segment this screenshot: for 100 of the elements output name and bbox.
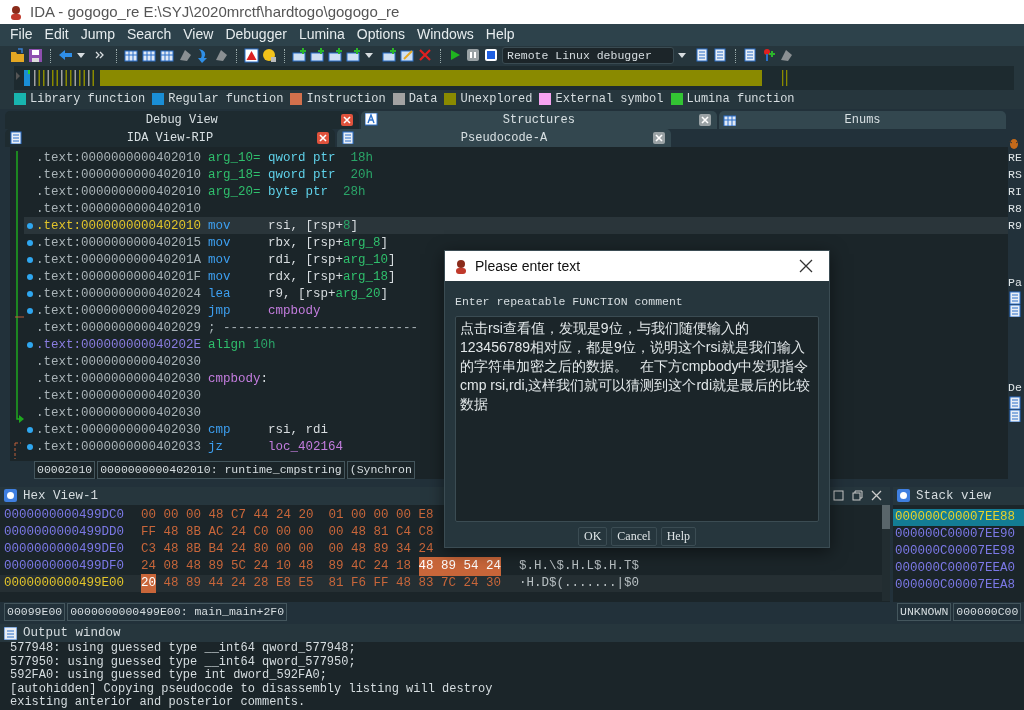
stack-address[interactable]: 000000C00007EEA0 [893, 559, 1024, 577]
legend-label: Lumina function [686, 91, 795, 109]
output-line: [autohidden] Copying pseudocode to disassembly listing will destroy [10, 682, 494, 696]
code-address: .text:0000000000402010 [36, 183, 202, 201]
code-address: .text:0000000000402029 [36, 302, 202, 320]
add-icon[interactable] [310, 48, 325, 64]
output-line: 592FA0: using guessed type int dword_592FA0; [10, 669, 328, 683]
panel-title: Output window [23, 624, 121, 642]
close-icon[interactable] [699, 114, 712, 127]
status-field: 00002010 [34, 461, 96, 480]
pane-label: De [1008, 380, 1023, 397]
tool-icon[interactable] [214, 48, 229, 64]
hex-view-icon [4, 489, 17, 503]
register-label: RS [1008, 167, 1023, 184]
hex-address: 0000000000499DD0 [4, 524, 126, 542]
add-icon[interactable] [292, 48, 307, 64]
stop-icon[interactable] [484, 48, 499, 64]
pane-label: Pa [1008, 275, 1023, 292]
hex-bytes: 24 08 48 89 5C 24 10 48 89 4C 24 18 [141, 558, 412, 576]
code-address: .text:0000000000402033 [36, 438, 202, 456]
menu-item[interactable]: Jump [74, 24, 121, 46]
debugger-dropdown[interactable]: Remote Linux debugger [502, 47, 674, 65]
tool-icon[interactable] [779, 48, 794, 64]
stack-address[interactable]: 000000C00007EEA8 [893, 576, 1024, 594]
warning-icon[interactable] [244, 48, 259, 64]
output-line: existing anterior and posterior comments. [10, 696, 307, 710]
hex-bytes: 48 89 44 24 28 E8 E5 81 F6 FF 48 83 7C 24 30 [163, 575, 502, 593]
add-icon[interactable] [346, 48, 361, 64]
close-icon[interactable] [799, 259, 813, 273]
breakpoint-icon[interactable] [761, 48, 776, 64]
listing-icon [341, 131, 354, 145]
code-address: .text:0000000000402024 [36, 285, 202, 303]
status-field: 0000000000499E00: main_main+2F0 [67, 603, 288, 622]
code-address: .text:0000000000402010 [36, 217, 202, 235]
add-icon[interactable] [382, 48, 397, 64]
document-icon[interactable] [713, 48, 728, 64]
dialog-button[interactable]: OK [578, 527, 608, 547]
bulb-icon[interactable] [262, 48, 277, 64]
comment-field[interactable]: 点击rsi查看值，发现是9位，与我们随便输入的123456789相对应，都是9位，说明这个rsi就是我们输入的字符串加密之后的数据。 在下方cmpbody中发现指令cmp rsi,rdi,这样我们就可以猜测到这个rdi就是最后的比较数据 [455, 316, 819, 523]
edit-icon[interactable] [400, 48, 415, 64]
menu-item[interactable]: Windows [411, 24, 480, 46]
hex-bytes: C3 48 8B B4 24 80 00 00 00 48 89 34 24 [141, 541, 434, 559]
code-address: .text:0000000000402030 [36, 421, 202, 439]
tab[interactable]: Enums [719, 111, 1006, 130]
status-field: UNKNOWN [897, 603, 952, 622]
tab[interactable]: IDA View-RIP [5, 129, 335, 148]
code-address: .text:0000000000402030 [36, 404, 202, 422]
code-address: .text:0000000000402015 [36, 234, 202, 252]
legend-label: Unexplored [460, 91, 533, 109]
listing-icon [1008, 304, 1021, 318]
maximize-icon[interactable] [833, 490, 844, 502]
menu-item[interactable]: View [177, 24, 220, 46]
status-field: 000000C00 [953, 603, 1022, 622]
close-icon[interactable] [340, 114, 353, 127]
stack-address[interactable]: 000000C00007EE90 [893, 525, 1024, 543]
open-folder-icon[interactable] [10, 48, 25, 64]
tool-icon[interactable] [178, 48, 193, 64]
dialog-button[interactable]: Help [660, 527, 696, 547]
table-icon[interactable] [160, 48, 175, 64]
menu-item[interactable]: Search [120, 24, 178, 46]
code-instruction: cmpbody: [208, 370, 269, 388]
code-address: .text:0000000000402030 [36, 353, 202, 371]
code-instruction: mov rsi, [rsp+8] [208, 217, 359, 235]
app-icon [453, 258, 469, 274]
close-icon[interactable] [317, 132, 329, 145]
save-icon[interactable] [28, 48, 43, 64]
status-field: (Synchron [346, 461, 415, 480]
table-icon[interactable] [142, 48, 157, 64]
menu-item[interactable]: Lumina [292, 24, 351, 46]
tab[interactable]: Structures [360, 111, 718, 130]
dialog-button[interactable]: Cancel [611, 527, 657, 547]
tab[interactable]: Debug View [5, 111, 359, 130]
scrollbar[interactable] [882, 504, 890, 601]
pause-icon[interactable] [466, 48, 481, 64]
tab[interactable]: Pseudocode-A [337, 129, 671, 148]
panel-title: Stack view [916, 487, 991, 505]
listing-icon [1008, 409, 1021, 423]
menu-item[interactable]: Help [479, 24, 521, 46]
hex-address: 0000000000499DC0 [4, 507, 126, 525]
menu-item[interactable]: Edit [38, 24, 75, 46]
register-label: R9 [1008, 218, 1023, 235]
register-label: R8 [1008, 201, 1023, 218]
document-icon[interactable] [743, 48, 758, 64]
output-line: 577948: using guessed type __int64 qword_577948; [10, 642, 357, 656]
legend-label: Library function [30, 91, 146, 109]
document-icon[interactable] [695, 48, 710, 64]
dialog-title: Please enter text [475, 256, 581, 276]
status-field: 00099E00 [4, 603, 66, 622]
menu-item[interactable]: File [4, 24, 39, 46]
add-icon[interactable] [328, 48, 343, 64]
menu-item[interactable]: Options [350, 24, 412, 46]
table-icon[interactable] [124, 48, 139, 64]
restore-icon[interactable] [852, 490, 863, 502]
selected-bytes: 20 [141, 574, 156, 593]
listing-icon [1008, 396, 1021, 410]
close-icon[interactable] [653, 132, 665, 145]
panel-title: Hex View-1 [23, 487, 98, 505]
stack-address[interactable]: 000000C00007EE98 [893, 542, 1024, 560]
menu-item[interactable]: Debugger [219, 24, 293, 46]
status-field: 0000000000402010: runtime_cmpstring [97, 461, 345, 480]
